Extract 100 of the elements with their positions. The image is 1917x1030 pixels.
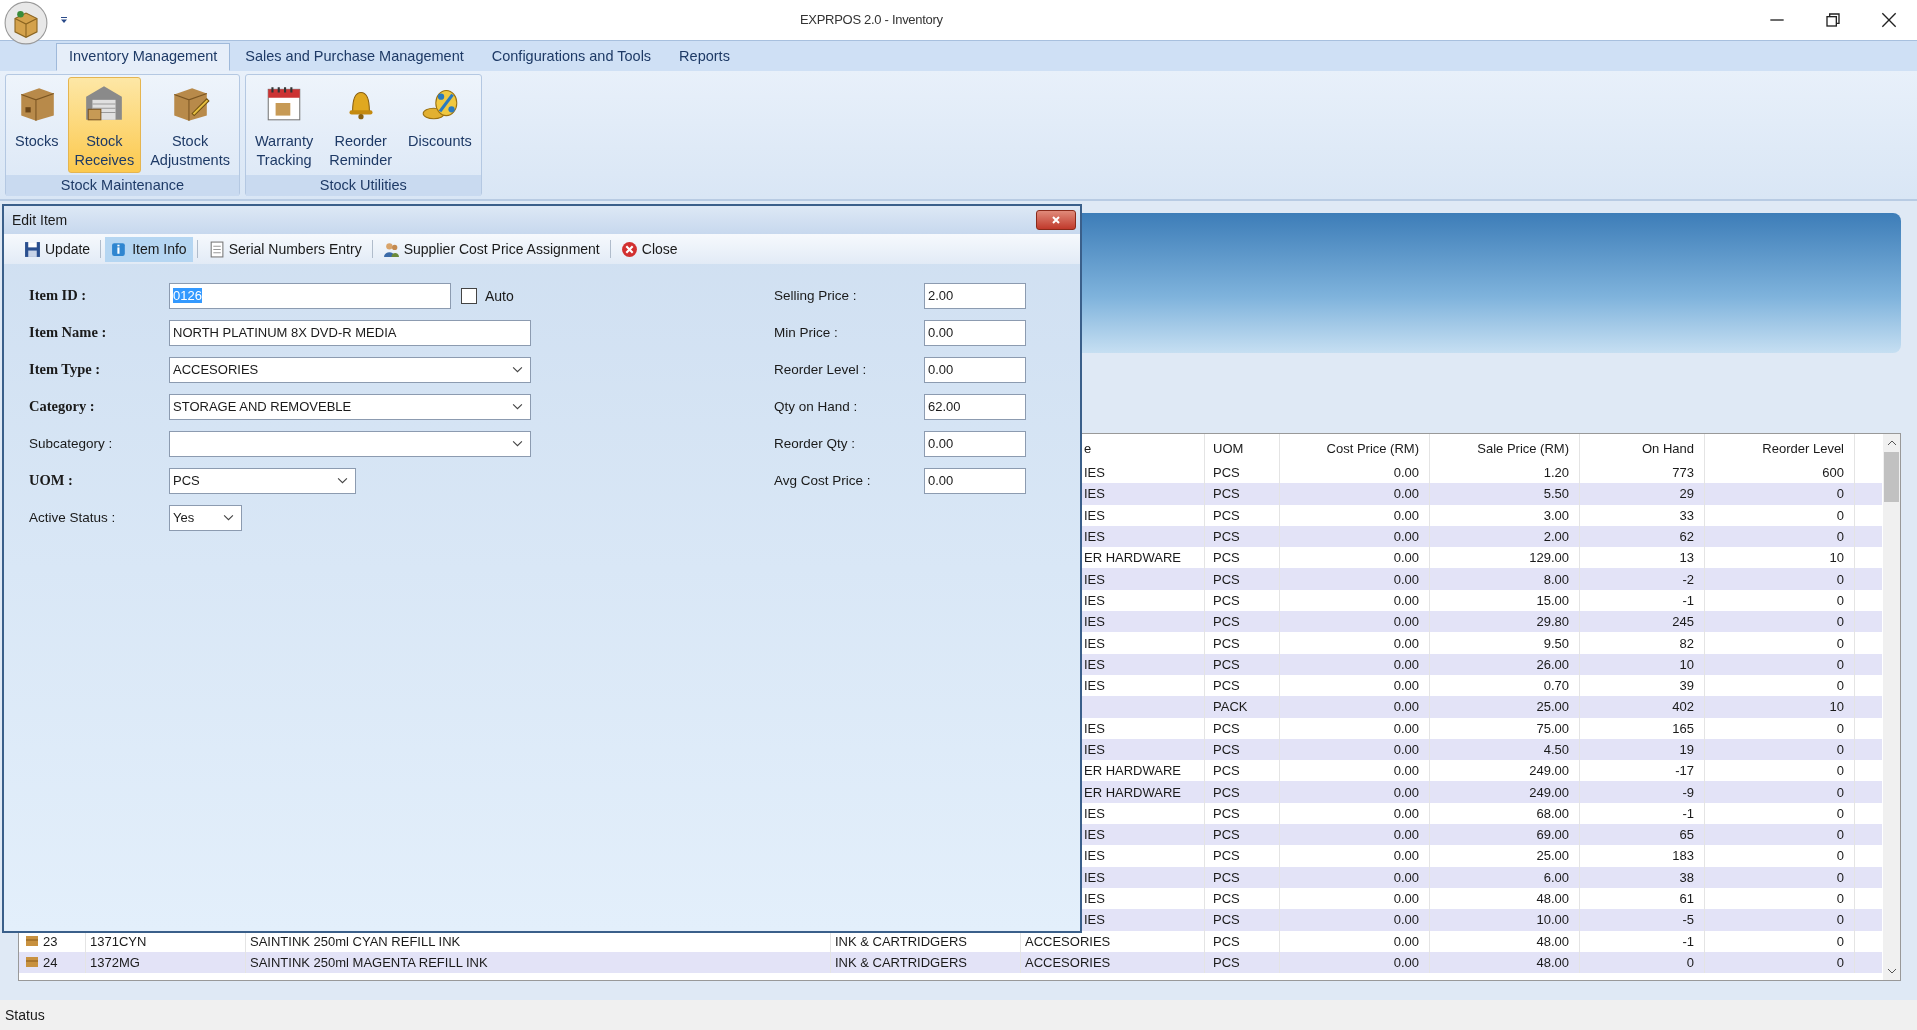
column-header[interactable]: UOM [1205,434,1280,462]
dropdown-field[interactable]: ACCESORIES [169,356,531,383]
table-cell: PCS [1213,486,1240,502]
ribbon-button[interactable]: Discounts [401,77,479,173]
table-cell: 29.80 [1536,614,1569,630]
table-cell: ACCESORIES [1025,954,1111,970]
toolbar-button[interactable]: Close [614,236,684,262]
field-label: Category : [29,398,96,415]
table-cell: 33 [1679,507,1694,523]
column-header[interactable]: Reorder Level [1705,434,1855,462]
table-cell: 249.00 [1529,763,1569,779]
toolbar-button[interactable]: Item Info [105,236,193,262]
table-cell: 129.00 [1529,550,1569,566]
close-icon[interactable] [1881,12,1897,28]
dialog-close-button[interactable] [1036,210,1076,230]
table-cell: 0 [1836,763,1844,779]
table-cell: IES [1084,465,1105,481]
dropdown-field[interactable]: PCS [169,467,356,494]
table-cell: 0 [1836,954,1844,970]
table-cell: 0.00 [1393,805,1419,821]
table-cell: 13 [1679,550,1694,566]
save-icon [24,240,41,258]
table-cell: 4.50 [1543,742,1569,757]
auto-checkbox[interactable] [461,287,477,304]
table-cell: PCS [1213,891,1240,907]
table-cell: 39 [1679,678,1694,694]
dropdown-field[interactable]: Yes [169,504,242,531]
input-field[interactable]: NORTH PLATINUM 8X DVD-R MEDIA [169,319,531,346]
table-cell: 19 [1679,742,1694,757]
table-cell: 0.00 [1393,592,1419,608]
input-field[interactable]: 0.00 [924,467,1026,494]
toolbar-button[interactable]: Serial Numbers Entry [201,236,368,262]
ribbon-button[interactable]: Reorder Reminder [322,77,400,173]
scroll-up-icon[interactable] [1886,440,1897,446]
ribbon-button[interactable]: Warranty Tracking [247,77,321,173]
app-logo-icon[interactable] [4,1,48,45]
ribbon-button[interactable]: Stocks [8,77,66,173]
table-cell: 29 [1679,486,1694,502]
input-field[interactable]: 0.00 [924,356,1026,383]
table-cell: 0.00 [1393,742,1419,757]
ribbon-button[interactable]: Stock Receives [67,77,142,173]
table-cell: 0.00 [1393,954,1419,970]
table-cell: PCS [1213,465,1240,481]
table-cell: 15.00 [1536,592,1569,608]
table-cell: 0.70 [1543,678,1569,694]
ribbon-tab[interactable]: Reports [666,43,743,71]
table-cell: 0.00 [1393,635,1419,651]
input-field[interactable]: 0.00 [924,430,1026,457]
table-cell: 0 [1836,827,1844,843]
table-cell: 600 [1822,465,1844,481]
table-cell: 0.00 [1393,912,1419,928]
table-cell: 10 [1829,699,1844,715]
table-cell: SAINTINK 250ml MAGENTA REFILL INK [250,954,488,970]
dropdown-field[interactable] [169,430,531,457]
scroll-down-icon[interactable] [1886,968,1897,974]
table-cell: IES [1084,529,1105,545]
input-field[interactable]: 2.00 [924,282,1026,309]
quick-access-caret-icon[interactable] [60,16,68,24]
toolbar-button[interactable]: Update [18,236,97,262]
table-cell: IES [1084,592,1105,608]
table-cell: PCS [1213,763,1240,779]
vertical-scrollbar[interactable] [1883,434,1900,980]
column-header[interactable]: Sale Price (RM) [1430,434,1580,462]
restore-icon[interactable] [1825,12,1841,28]
dropdown-field[interactable]: STORAGE AND REMOVEBLE [169,393,531,420]
ribbon-tab[interactable]: Inventory Management [56,43,231,71]
toolbar-button[interactable]: Supplier Cost Price Assignment [376,236,606,262]
status-text: Status [5,1007,45,1023]
table-cell: 0.00 [1393,763,1419,779]
table-cell: 65 [1679,827,1694,843]
table-cell: 48.00 [1536,891,1569,907]
table-cell: INK & CARTRIDGERS [835,933,967,949]
table-cell: 25.00 [1536,848,1569,864]
table-cell: 82 [1679,635,1694,651]
close-icon [620,240,638,258]
table-cell: 61 [1679,891,1694,907]
table-cell: 773 [1672,465,1694,481]
people-icon [382,240,400,258]
table-cell: 38 [1679,869,1694,885]
table-cell: PCS [1213,550,1240,566]
column-header[interactable]: On Hand [1580,434,1705,462]
table-cell: IES [1084,678,1105,694]
table-cell: 0 [1836,784,1844,800]
ribbon-tab[interactable]: Configurations and Tools [478,43,665,71]
ribbon-button[interactable]: Stock Adjustments [143,77,237,173]
input-field[interactable]: 62.00 [924,393,1026,420]
table-cell: IES [1084,869,1105,885]
table-cell: 0.00 [1393,827,1419,843]
table-cell: 75.00 [1536,720,1569,736]
column-header[interactable]: Cost Price (RM) [1280,434,1430,462]
field-label: Selling Price : [774,288,858,303]
field-label: Min Price : [774,325,839,340]
table-cell: IES [1084,827,1105,843]
ribbon-tab[interactable]: Sales and Purchase Management [232,43,477,71]
table-cell: 0 [1686,954,1694,970]
scrollbar-thumb[interactable] [1884,452,1899,502]
input-field[interactable]: 0.00 [924,319,1026,346]
table-cell: 69.00 [1536,827,1569,843]
table-cell: 25.00 [1536,699,1569,715]
ribbon-group-label: Stock Maintenance [6,175,239,196]
